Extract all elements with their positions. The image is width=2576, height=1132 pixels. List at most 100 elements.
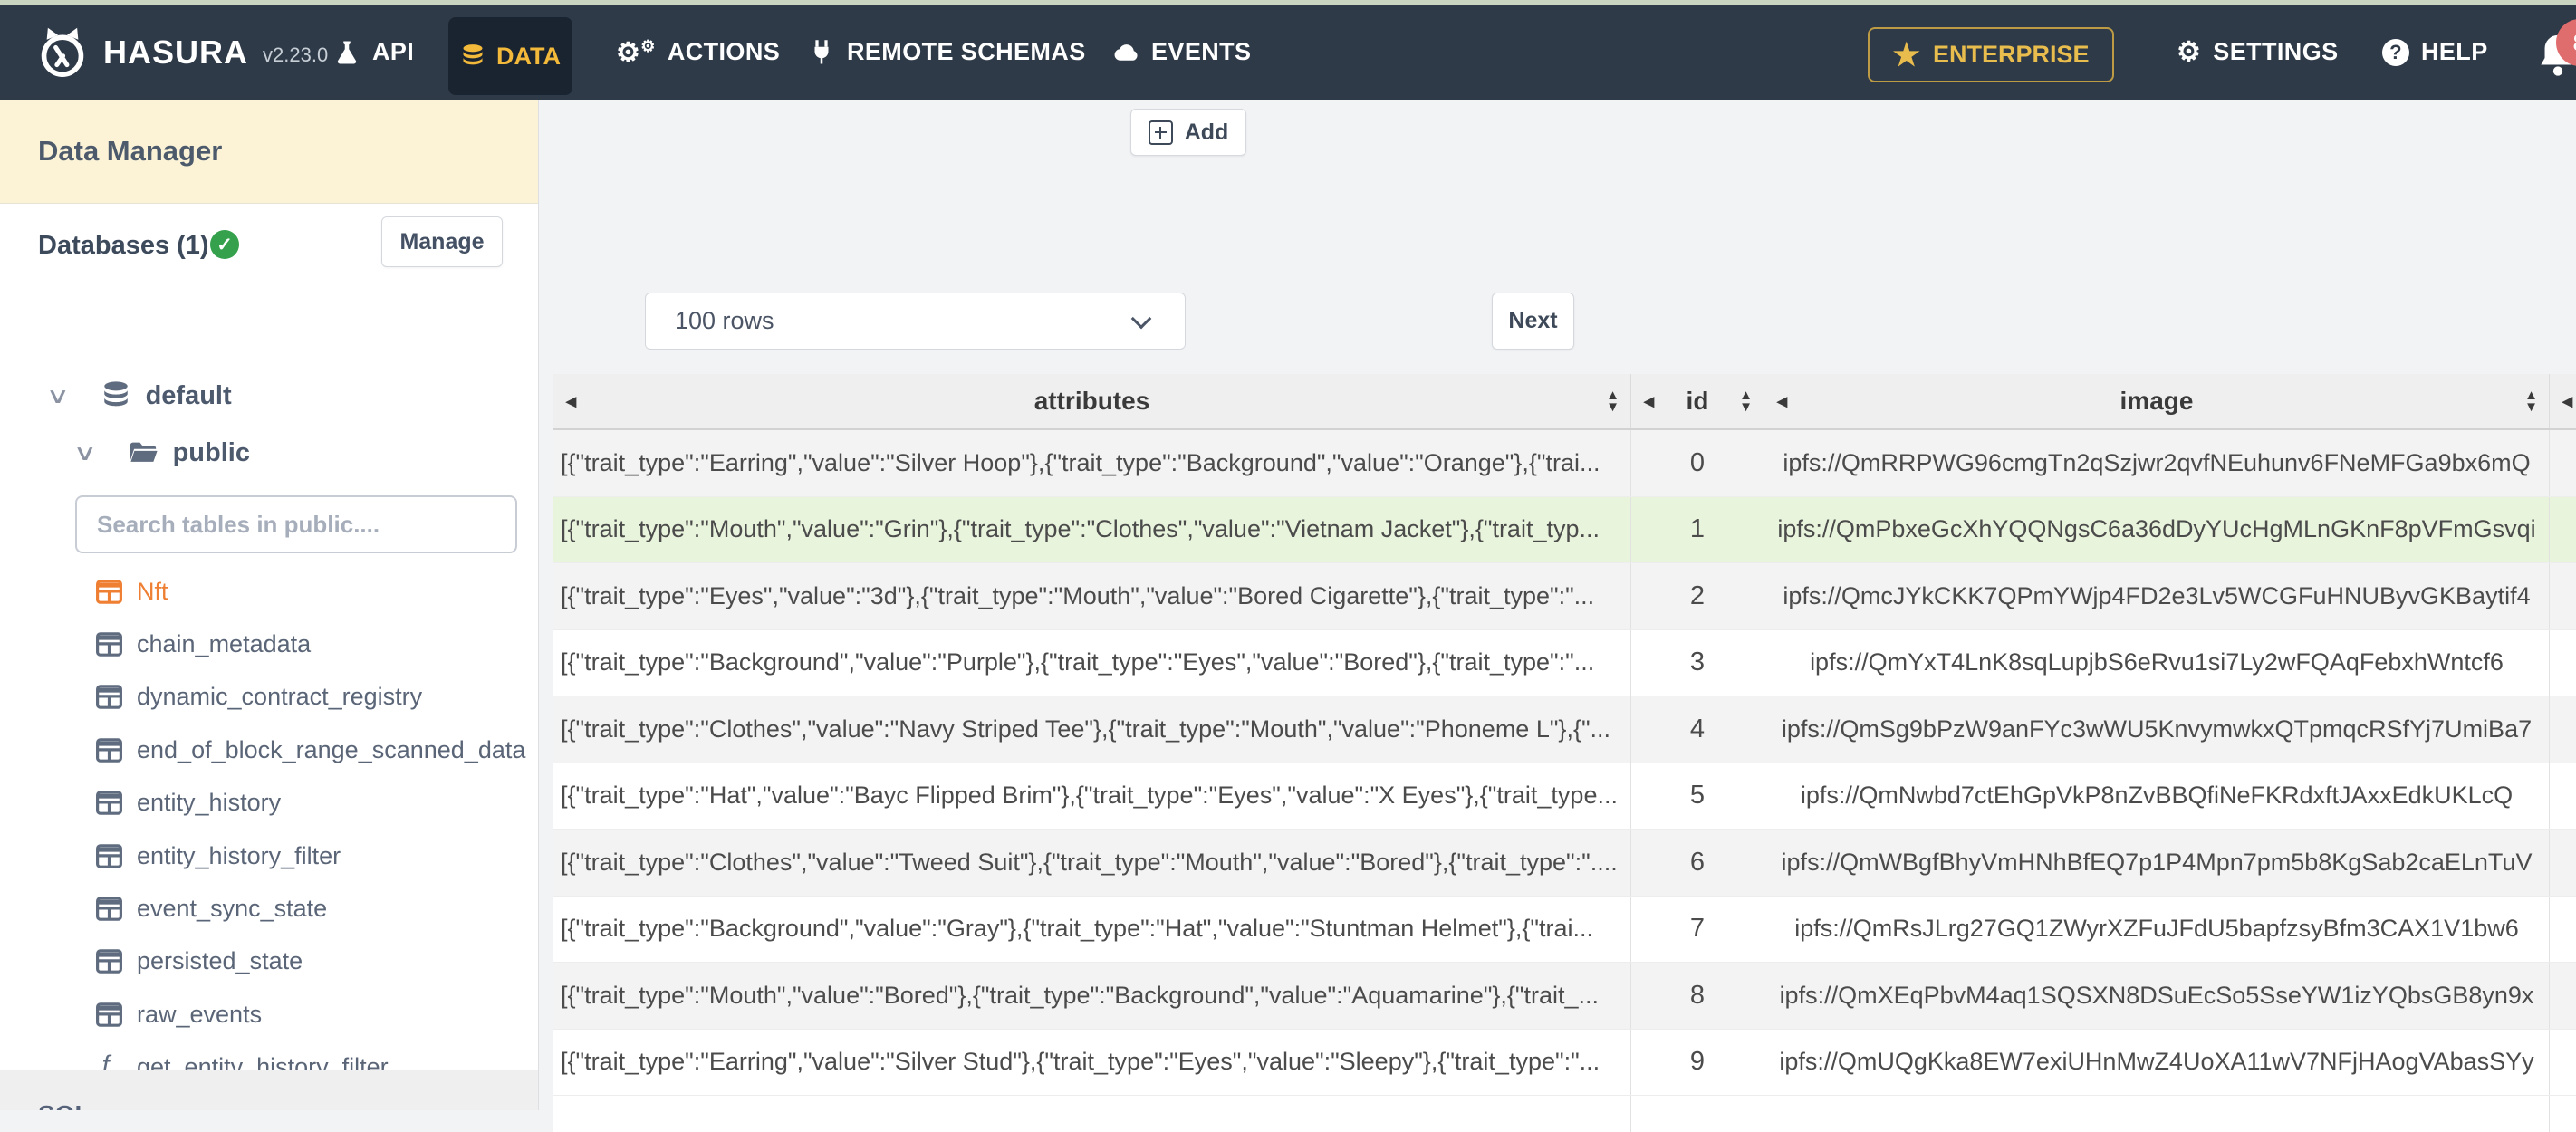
cell-attributes[interactable]: [{"trait_type":"Background","value":"Gra… — [553, 896, 1631, 962]
tree-node-public[interactable]: ∨ public — [73, 437, 250, 468]
table-row[interactable]: [{"trait_type":"Clothes","value":"Navy S… — [553, 696, 2576, 763]
table-row[interactable]: [{"trait_type":"Clothes","value":"Tweed … — [553, 830, 2576, 897]
enterprise-button[interactable]: ★ ENTERPRISE — [1868, 27, 2114, 82]
cell-partial[interactable] — [2550, 763, 2576, 830]
column-header-attributes[interactable]: ◂ attributes ▲ ▼ — [553, 374, 1631, 428]
cell-id[interactable]: 1 — [1631, 496, 1764, 562]
collapse-column-icon[interactable]: ◂ — [1777, 389, 1787, 413]
sidebar-item-chain-metadata[interactable]: chain_metadata — [0, 618, 538, 670]
sidebar-item-raw-events[interactable]: raw_events — [0, 988, 538, 1041]
plug-icon — [814, 39, 829, 63]
sidebar-item-entity-history[interactable]: entity_history — [0, 777, 538, 830]
notifications-button[interactable]: 8 — [2533, 19, 2576, 93]
table-row[interactable]: [{"trait_type":"Hat","value":"Bayc Flipp… — [553, 763, 2576, 830]
cell-attributes[interactable]: [{"trait_type":"Mouth","value":"Grin"},{… — [553, 496, 1631, 562]
tab-remote-schemas[interactable]: REMOTE SCHEMAS — [808, 5, 1086, 100]
cell-id[interactable]: 8 — [1631, 963, 1764, 1029]
cell-id[interactable]: 7 — [1631, 896, 1764, 962]
sort-icon[interactable]: ▲ ▼ — [1739, 389, 1753, 414]
cell-image[interactable]: ipfs://QmUQgKka8EW7exiUHnMwZ4UoXA11wV7NF… — [1764, 1029, 2550, 1095]
table-row-partial[interactable] — [553, 1096, 2576, 1132]
page-title: Data Manager — [38, 135, 223, 167]
cell-partial[interactable] — [2550, 696, 2576, 763]
tree-node-default[interactable]: ∨ default — [46, 380, 232, 411]
cell-image[interactable]: ipfs://QmXEqPbvM4aq1SQSXN8DSuEcSo5SseYW1… — [1764, 963, 2550, 1029]
cell-partial[interactable] — [2550, 897, 2576, 963]
cell-partial[interactable] — [2550, 1030, 2576, 1096]
table-row[interactable]: [{"trait_type":"Background","value":"Gra… — [553, 896, 2576, 963]
tab-actions[interactable]: ⚙⚙ ACTIONS — [616, 5, 780, 100]
settings-button[interactable]: ⚙ SETTINGS — [2177, 5, 2339, 100]
cell-partial[interactable] — [2550, 830, 2576, 896]
add-row-button[interactable]: Add — [1130, 109, 1246, 156]
cell-image[interactable] — [1764, 1096, 2550, 1132]
cell-partial[interactable] — [2550, 1096, 2576, 1132]
cell-image[interactable]: ipfs://QmcJYkCKK7QPmYWjp4FD2e3Lv5WCGFuHN… — [1764, 563, 2550, 629]
cell-image[interactable]: ipfs://QmSg9bPzW9anFYc3wWU5KnvymwkxQTpmq… — [1764, 696, 2550, 763]
sort-icon[interactable]: ▲ ▼ — [2524, 389, 2538, 414]
sidebar-item-dynamic-contract-registry[interactable]: dynamic_contract_registry — [0, 671, 538, 724]
help-button[interactable]: ? HELP — [2382, 5, 2488, 100]
cell-partial[interactable] — [2550, 430, 2576, 496]
cell-id[interactable]: 5 — [1631, 763, 1764, 829]
cell-image[interactable]: ipfs://QmPbxeGcXhYQQNgsC6a36dDyYUcHgMLnG… — [1764, 496, 2550, 562]
databases-row: Databases (1) ✓ Manage — [0, 216, 538, 273]
cell-attributes[interactable]: [{"trait_type":"Clothes","value":"Tweed … — [553, 830, 1631, 896]
tab-api[interactable]: API — [333, 5, 414, 100]
cell-attributes[interactable] — [553, 1096, 1631, 1132]
cell-id[interactable] — [1631, 1096, 1764, 1132]
data-manager-header: Data Manager — [0, 100, 538, 204]
cell-partial[interactable] — [2550, 497, 2576, 563]
cell-attributes[interactable]: [{"trait_type":"Hat","value":"Bayc Flipp… — [553, 763, 1631, 829]
cell-id[interactable]: 0 — [1631, 430, 1764, 496]
table-name: dynamic_contract_registry — [137, 683, 423, 711]
cell-attributes[interactable]: [{"trait_type":"Clothes","value":"Navy S… — [553, 696, 1631, 763]
cell-image[interactable]: ipfs://QmWBgfBhyVmHNhBfEQ7p1P4Mpn7pm5b8K… — [1764, 830, 2550, 896]
cell-partial[interactable] — [2550, 563, 2576, 629]
sidebar-item-nft[interactable]: Nft — [0, 565, 538, 618]
collapse-column-icon[interactable]: ◂ — [1644, 389, 1654, 413]
next-page-button[interactable]: Next — [1492, 293, 1574, 350]
cell-id[interactable]: 4 — [1631, 696, 1764, 763]
sort-icon[interactable]: ▲ ▼ — [1606, 389, 1620, 414]
cell-image[interactable]: ipfs://QmRsJLrg27GQ1ZWyrXZFuJFdU5bapfzsy… — [1764, 896, 2550, 962]
cell-id[interactable]: 3 — [1631, 629, 1764, 696]
cell-attributes[interactable]: [{"trait_type":"Earring","value":"Silver… — [553, 430, 1631, 496]
sidebar-item-event-sync-state[interactable]: event_sync_state — [0, 882, 538, 935]
table-row-highlighted[interactable]: [{"trait_type":"Mouth","value":"Grin"},{… — [553, 496, 2576, 563]
sql-section-label[interactable]: SQL — [38, 1100, 91, 1110]
table-row[interactable]: [{"trait_type":"Earring","value":"Silver… — [553, 1029, 2576, 1096]
cell-image[interactable]: ipfs://QmNwbd7ctEhGpVkP8nZvBBQfiNeFKRdxf… — [1764, 763, 2550, 829]
tab-events[interactable]: EVENTS — [1112, 5, 1251, 100]
cell-id[interactable]: 6 — [1631, 830, 1764, 896]
cell-attributes[interactable]: [{"trait_type":"Earring","value":"Silver… — [553, 1029, 1631, 1095]
cell-id[interactable]: 2 — [1631, 563, 1764, 629]
cell-image[interactable]: ipfs://QmYxT4LnK8sqLupjbS6eRvu1si7Ly2wFQ… — [1764, 629, 2550, 696]
cell-attributes[interactable]: [{"trait_type":"Mouth","value":"Bored"},… — [553, 963, 1631, 1029]
table-row[interactable]: [{"trait_type":"Mouth","value":"Bored"},… — [553, 963, 2576, 1030]
table-row[interactable]: [{"trait_type":"Background","value":"Pur… — [553, 629, 2576, 696]
chevron-down-icon[interactable]: ∨ — [46, 383, 70, 409]
search-tables-input[interactable] — [75, 495, 517, 553]
cell-attributes[interactable]: [{"trait_type":"Eyes","value":"3d"},{"tr… — [553, 563, 1631, 629]
cell-attributes[interactable]: [{"trait_type":"Background","value":"Pur… — [553, 629, 1631, 696]
hasura-brand[interactable]: HASURA v2.23.0 — [34, 5, 328, 100]
manage-button[interactable]: Manage — [381, 216, 503, 267]
tab-data[interactable]: DATA — [448, 17, 572, 95]
chevron-down-icon[interactable]: ∨ — [73, 440, 97, 466]
rows-per-page-select[interactable]: 100 rows — [645, 293, 1186, 350]
column-header-image[interactable]: ◂ image ▲ ▼ — [1764, 374, 2550, 428]
column-header-id[interactable]: ◂ id ▲ ▼ — [1631, 374, 1764, 428]
sidebar-item-end-of-block-range-scanned-data[interactable]: end_of_block_range_scanned_data — [0, 724, 538, 776]
cell-partial[interactable] — [2550, 963, 2576, 1029]
table-row[interactable]: [{"trait_type":"Eyes","value":"3d"},{"tr… — [553, 563, 2576, 630]
column-header-partial[interactable]: ◂ — [2550, 374, 2576, 428]
collapse-column-icon[interactable]: ◂ — [566, 389, 576, 413]
collapse-column-icon[interactable]: ◂ — [2562, 389, 2572, 413]
sidebar-item-entity-history-filter[interactable]: entity_history_filter — [0, 830, 538, 882]
cell-partial[interactable] — [2550, 630, 2576, 696]
table-row[interactable]: [{"trait_type":"Earring","value":"Silver… — [553, 430, 2576, 497]
cell-id[interactable]: 9 — [1631, 1029, 1764, 1095]
sidebar-item-persisted-state[interactable]: persisted_state — [0, 935, 538, 988]
cell-image[interactable]: ipfs://QmRRPWG96cmgTn2qSzjwr2qvfNEuhunv6… — [1764, 430, 2550, 496]
